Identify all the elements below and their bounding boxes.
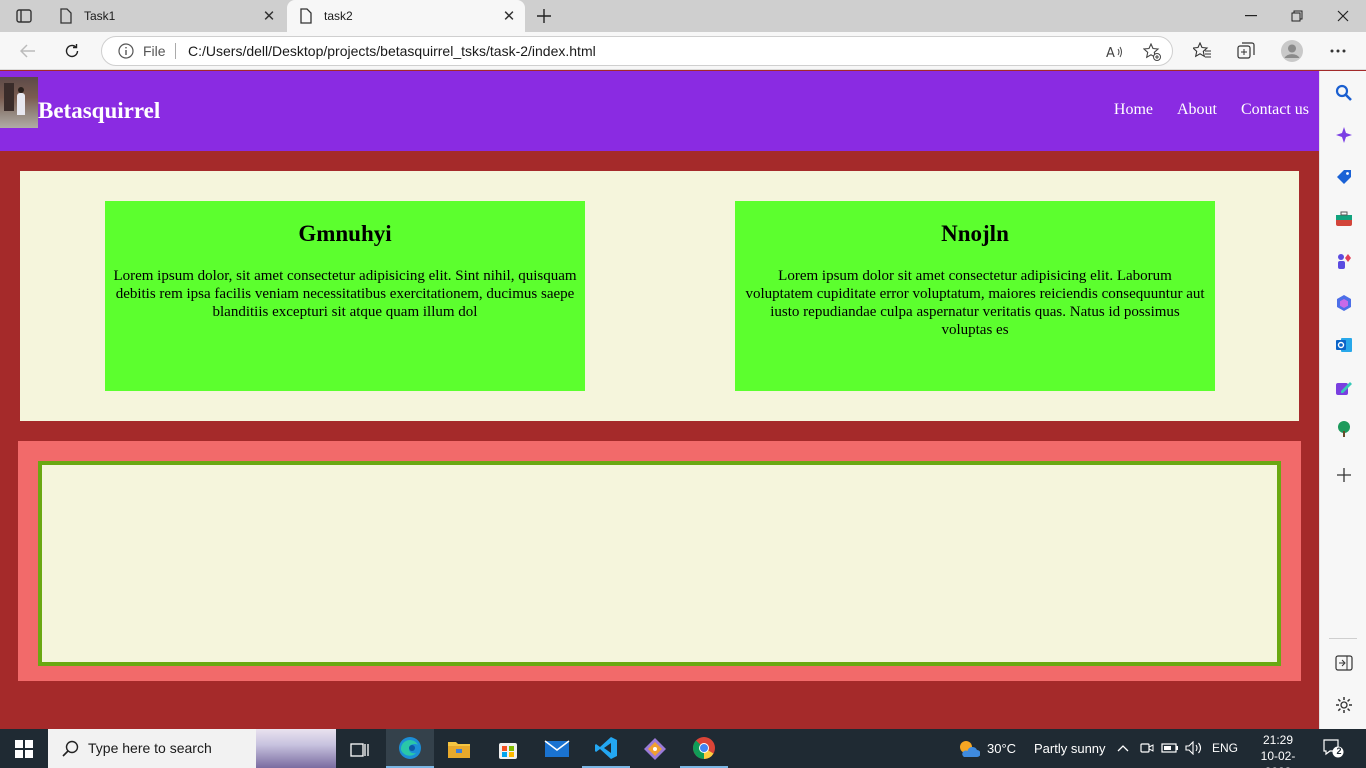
show-hidden-icons-chevron-up-icon[interactable]	[1114, 739, 1132, 757]
browser-toolbar: File C:/Users/dell/Desktop/projects/beta…	[0, 32, 1366, 70]
hide-sidebar-icon[interactable]	[1334, 653, 1354, 673]
tab-task1[interactable]: Task1 ✕	[47, 0, 285, 32]
tree-icon[interactable]	[1334, 419, 1354, 439]
content-card: Nnojln Lorem ipsum dolor sit amet consec…	[735, 201, 1215, 391]
shopping-tag-icon[interactable]	[1334, 167, 1354, 187]
sidebar-divider	[1329, 638, 1357, 639]
input-language[interactable]: ENG	[1212, 741, 1238, 755]
more-menu-icon[interactable]	[1324, 37, 1352, 65]
tab-title: task2	[324, 9, 353, 23]
notifications-icon[interactable]: 2	[1322, 738, 1344, 758]
file-explorer-icon[interactable]	[435, 729, 483, 768]
volume-icon[interactable]	[1185, 739, 1203, 757]
search-highlight-image	[256, 729, 336, 768]
task-view-icon[interactable]	[336, 729, 384, 768]
weather-icon[interactable]	[958, 738, 980, 760]
tools-briefcase-icon[interactable]	[1334, 209, 1354, 229]
minimize-button[interactable]	[1228, 0, 1274, 32]
designer-icon[interactable]	[1334, 377, 1354, 397]
add-sidebar-item-icon[interactable]	[1334, 465, 1354, 485]
meet-now-icon[interactable]	[1138, 739, 1156, 757]
site-header: Betasquirrel Home About Contact us	[0, 71, 1319, 151]
clock-time: 21:29	[1262, 733, 1294, 747]
scheme-label: File	[143, 43, 166, 59]
address-divider	[175, 43, 176, 59]
notification-count: 2	[1336, 746, 1342, 756]
address-bar[interactable]: File C:/Users/dell/Desktop/projects/beta…	[101, 36, 1173, 66]
microsoft-365-icon[interactable]	[1334, 293, 1354, 313]
weather-condition[interactable]: Partly sunny	[1034, 741, 1106, 756]
tab-task2[interactable]: task2 ✕	[287, 0, 525, 32]
profile-avatar[interactable]	[1278, 37, 1306, 65]
web-page: Betasquirrel Home About Contact us Gmnuh…	[0, 71, 1319, 729]
settings-gear-icon[interactable]	[1334, 695, 1354, 715]
content-card: Gmnuhyi Lorem ipsum dolor, sit amet cons…	[105, 201, 585, 391]
edge-sidebar	[1319, 71, 1366, 729]
edge-taskbar-icon[interactable]	[386, 729, 434, 768]
close-window-button[interactable]	[1320, 0, 1366, 32]
search-icon	[62, 740, 79, 757]
card-title: Nnojln	[941, 221, 1009, 246]
outlook-icon[interactable]	[1334, 335, 1354, 355]
copilot-sparkle-icon[interactable]	[1334, 125, 1354, 145]
refresh-button[interactable]	[58, 37, 86, 65]
restore-button[interactable]	[1274, 0, 1320, 32]
git-tool-icon[interactable]	[631, 729, 679, 768]
microsoft-store-icon[interactable]	[484, 729, 532, 768]
games-icon[interactable]	[1334, 251, 1354, 271]
page-icon	[300, 8, 312, 24]
nav-link-contact[interactable]: Contact us	[1241, 101, 1309, 119]
battery-icon[interactable]	[1161, 739, 1179, 757]
browser-tabstrip: Task1 ✕ task2 ✕	[0, 0, 1366, 32]
tab-actions-icon[interactable]	[8, 5, 40, 27]
site-nav: Home About Contact us	[1114, 101, 1309, 119]
search-icon[interactable]	[1334, 83, 1354, 103]
chrome-icon[interactable]	[680, 729, 728, 768]
weather-temperature[interactable]: 30°C	[987, 741, 1016, 756]
card-text: Lorem ipsum dolor sit amet consectetur a…	[745, 268, 1205, 338]
mail-icon[interactable]	[533, 729, 581, 768]
card-title: Gmnuhyi	[298, 221, 392, 246]
close-tab-icon[interactable]: ✕	[501, 8, 517, 25]
page-icon	[60, 8, 72, 24]
taskbar-search-box[interactable]: Type here to search	[48, 729, 336, 768]
card-section: Gmnuhyi Lorem ipsum dolor, sit amet cons…	[20, 171, 1299, 421]
close-tab-icon[interactable]: ✕	[261, 8, 277, 25]
windows-taskbar: Type here to search 30°C Partly sunny EN…	[0, 729, 1366, 768]
tab-title: Task1	[84, 9, 116, 23]
logo-image	[0, 77, 38, 128]
windows-start-button[interactable]	[0, 729, 48, 768]
back-button[interactable]	[14, 37, 42, 65]
add-favorite-icon[interactable]	[1142, 42, 1162, 62]
search-placeholder: Type here to search	[88, 740, 212, 756]
outer-box	[18, 441, 1301, 681]
vscode-icon[interactable]	[582, 729, 630, 768]
favorites-icon[interactable]	[1188, 37, 1216, 65]
site-brand: Betasquirrel	[38, 98, 161, 123]
url-text[interactable]: C:/Users/dell/Desktop/projects/betasquir…	[188, 43, 596, 59]
new-tab-button[interactable]	[533, 6, 555, 26]
nav-link-about[interactable]: About	[1177, 101, 1217, 119]
svg-text:A: A	[1106, 46, 1115, 60]
card-text: Lorem ipsum dolor, sit amet consectetur …	[113, 268, 577, 320]
clock-date: 10-02-2023	[1260, 749, 1296, 768]
read-aloud-icon[interactable]: A	[1105, 42, 1125, 62]
inner-box	[38, 461, 1281, 666]
system-clock[interactable]: 21:29 10-02-2023	[1258, 732, 1298, 768]
nav-link-home[interactable]: Home	[1114, 101, 1153, 119]
info-icon[interactable]	[118, 43, 134, 59]
collections-icon[interactable]	[1232, 37, 1260, 65]
